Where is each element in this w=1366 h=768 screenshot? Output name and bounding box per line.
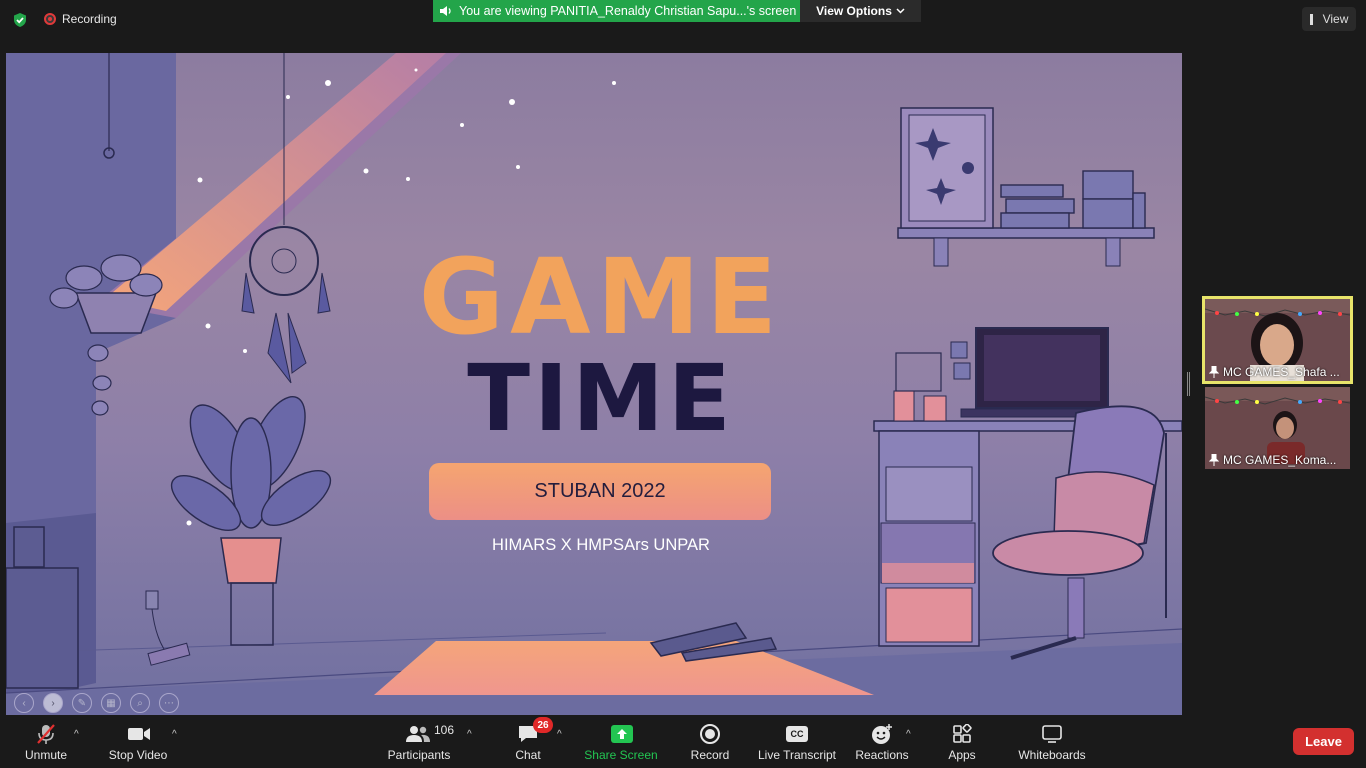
slides-grid-icon[interactable]: ▦	[101, 693, 121, 713]
chevron-down-icon	[896, 8, 905, 14]
pin-icon	[1209, 366, 1219, 378]
share-screen-label: Share Screen	[584, 748, 658, 762]
reactions-options-caret-icon[interactable]: ^	[906, 729, 911, 740]
view-options-button[interactable]: View Options	[800, 0, 921, 22]
zoom-icon[interactable]: ⌕	[130, 693, 150, 713]
record-button[interactable]: Record	[688, 715, 732, 768]
whiteboards-button[interactable]: Whiteboards	[1015, 715, 1089, 768]
speaker-icon	[440, 6, 451, 16]
slide-title-time: TIME	[467, 345, 735, 452]
recording-label: Recording	[62, 12, 117, 26]
participants-count: 106	[434, 723, 455, 737]
stop-video-label: Stop Video	[108, 748, 168, 762]
view-layout-icon	[1309, 13, 1318, 25]
audio-options-caret-icon[interactable]: ^	[74, 729, 79, 740]
viewing-banner-text: You are viewing PANITIA_Renaldy Christia…	[459, 4, 797, 18]
participants-options-caret-icon[interactable]: ^	[467, 729, 472, 740]
slide-event-text: STUBAN 2022	[534, 480, 666, 502]
stop-video-button[interactable]: Stop Video	[104, 715, 172, 768]
slide-controls: ‹ › ✎ ▦ ⌕ ⋯	[14, 693, 179, 713]
live-transcript-button[interactable]: CC Live Transcript	[756, 715, 838, 768]
shared-screen[interactable]: GAME TIME STUBAN 2022 HIMARS X HMPSArs U…	[6, 53, 1182, 715]
closed-caption-icon: CC	[785, 723, 809, 745]
mic-muted-icon	[34, 723, 58, 745]
prev-slide-icon[interactable]: ‹	[14, 693, 34, 713]
apps-button[interactable]: Apps	[945, 715, 979, 768]
share-screen-arrow-icon	[611, 723, 633, 745]
leave-label: Leave	[1305, 734, 1342, 749]
participants-label: Participants	[387, 748, 451, 762]
apps-grid-icon	[951, 723, 973, 745]
slide-subtitle: HIMARS X HMPSArs UNPAR	[492, 536, 710, 554]
participant-name-2: MC GAMES_Koma...	[1205, 453, 1336, 467]
next-slide-icon[interactable]: ›	[43, 693, 63, 713]
live-transcript-label: Live Transcript	[757, 748, 837, 762]
recording-dot-icon	[44, 13, 56, 25]
share-screen-button[interactable]: Share Screen	[584, 715, 658, 768]
apps-label: Apps	[948, 748, 976, 762]
slide-title-game: GAME	[418, 236, 784, 358]
leave-button[interactable]: Leave	[1293, 728, 1354, 755]
unmute-label: Unmute	[24, 748, 68, 762]
chat-options-caret-icon[interactable]: ^	[557, 729, 562, 740]
unmute-button[interactable]: Unmute	[20, 715, 72, 768]
recording-indicator[interactable]: Recording	[44, 12, 117, 26]
zoom-meeting-window: Recording You are viewing PANITIA_Renald…	[0, 0, 1366, 768]
reactions-button[interactable]: Reactions	[854, 715, 910, 768]
smiley-plus-icon	[871, 723, 893, 745]
pin-icon	[1209, 454, 1219, 466]
chat-unread-badge: 26	[533, 717, 553, 733]
view-options-label: View Options	[816, 4, 892, 18]
view-button[interactable]: View	[1302, 7, 1356, 31]
participant-tile-active[interactable]: MC GAMES_Shafa ...	[1202, 296, 1353, 384]
participant-tile[interactable]: MC GAMES_Koma...	[1205, 387, 1350, 469]
video-camera-icon	[126, 723, 152, 745]
reactions-label: Reactions	[855, 748, 909, 762]
video-options-caret-icon[interactable]: ^	[172, 729, 177, 740]
participant-name-1: MC GAMES_Shafa ...	[1205, 365, 1340, 379]
shield-check-icon[interactable]	[12, 12, 28, 28]
whiteboard-icon	[1041, 723, 1063, 745]
record-circle-icon	[699, 723, 721, 745]
more-icon[interactable]: ⋯	[159, 693, 179, 713]
chat-label: Chat	[515, 748, 541, 762]
panel-resize-handle[interactable]	[1187, 372, 1190, 396]
meeting-toolbar: Unmute ^ Stop Video ^ Participants ^ Cha…	[0, 715, 1366, 768]
people-icon	[405, 723, 431, 745]
view-label: View	[1322, 12, 1349, 26]
slide-event-pill: STUBAN 2022	[429, 463, 771, 520]
record-label: Record	[690, 748, 730, 762]
viewing-banner: You are viewing PANITIA_Renaldy Christia…	[433, 0, 800, 22]
pen-icon[interactable]: ✎	[72, 693, 92, 713]
whiteboards-label: Whiteboards	[1018, 748, 1086, 762]
